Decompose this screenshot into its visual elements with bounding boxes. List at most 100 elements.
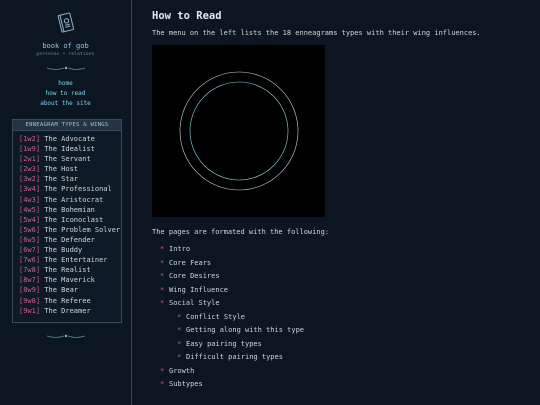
type-code: [1w9] (19, 145, 41, 154)
format-item-label: Wing Influence (169, 285, 229, 294)
book-icon[interactable] (55, 11, 77, 35)
type-link[interactable]: [4w3] The Aristocrat (19, 195, 121, 205)
type-link[interactable]: [9w1] The Dreamer (19, 306, 121, 316)
type-link[interactable]: [1w2] The Advocate (19, 134, 121, 144)
type-link[interactable]: [2w3] The Host (19, 164, 121, 174)
types-panel-header: ENNEAGRAM TYPES & WINGS (13, 120, 121, 131)
type-code: [7w6] (19, 256, 41, 265)
type-code: [2w1] (19, 155, 41, 164)
type-code: [3w2] (19, 175, 41, 184)
type-name: The Referee (44, 296, 91, 305)
intro-text: The menu on the left lists the 18 enneag… (152, 29, 481, 37)
type-name: The Defender (44, 235, 95, 244)
type-code: [4w3] (19, 195, 41, 204)
site-nav: home how to read about the site (0, 79, 131, 109)
format-item-label: Core Fears (169, 258, 212, 267)
enneagram-diagram (152, 45, 325, 217)
type-code: [4w5] (19, 205, 41, 214)
type-code: [3w4] (19, 185, 41, 194)
format-item: * Social Style (160, 297, 304, 311)
types-list: [1w2] The Advocate [1w9] The Idealist [2w1… (13, 131, 121, 316)
main-content: How to Read The menu on the left lists t… (152, 0, 532, 405)
type-code: [6w7] (19, 246, 41, 255)
site-title[interactable]: book of gob (0, 42, 131, 50)
nav-how-to-read[interactable]: how to read (0, 89, 131, 99)
type-link[interactable]: [1w9] The Idealist (19, 144, 121, 154)
bullet-icon: * (177, 326, 182, 334)
type-code: [8w9] (19, 286, 41, 295)
type-link[interactable]: [7w6] The Entertainer (19, 255, 121, 265)
type-name: The Entertainer (44, 256, 108, 265)
type-name: The Bear (44, 286, 79, 295)
type-name: The Problem Solver (44, 225, 121, 234)
type-name: The Bohemian (44, 205, 95, 214)
type-name: The Servant (44, 155, 91, 164)
type-name: The Realist (44, 266, 91, 275)
outer-ring (179, 71, 299, 191)
type-name: The Idealist (44, 145, 95, 154)
format-item-label: Conflict Style (186, 312, 246, 321)
sidebar: book of gob personas • relations home ho… (0, 0, 132, 405)
ornament-divider-icon (46, 334, 86, 338)
format-item: * Growth (160, 365, 304, 379)
type-link[interactable]: [4w5] The Bohemian (19, 205, 121, 215)
format-item-label: Social Style (169, 299, 220, 307)
enneagram-types-panel: ENNEAGRAM TYPES & WINGS [1w2] The Advoca… (12, 119, 122, 323)
format-subitem: * Easy pairing types (160, 338, 304, 352)
bullet-icon: * (160, 272, 165, 280)
format-item-label: Growth (169, 366, 195, 375)
type-name: The Star (44, 175, 79, 184)
format-subitem: * Conflict Style (160, 311, 304, 325)
type-name: The Iconoclast (44, 215, 104, 224)
type-code: [5w6] (19, 225, 41, 234)
format-item-label: Subtypes (169, 380, 203, 388)
type-link[interactable]: [8w7] The Maverick (19, 275, 121, 285)
format-item: * Core Desires (160, 270, 304, 284)
format-item: * Core Fears (160, 257, 304, 271)
type-link[interactable]: [9w8] The Referee (19, 296, 121, 306)
bullet-icon: * (160, 366, 165, 375)
ornament-divider-icon (46, 66, 86, 70)
inner-ring (189, 81, 289, 181)
type-link[interactable]: [5w6] The Problem Solver (19, 225, 121, 235)
type-code: [6w5] (19, 235, 41, 244)
type-name: The Professional (44, 185, 112, 194)
bullet-icon: * (160, 299, 165, 307)
type-link[interactable]: [3w2] The Star (19, 174, 121, 184)
format-subitem: * Difficult pairing types (160, 351, 304, 365)
type-name: The Aristocrat (44, 195, 104, 204)
type-code: [2w3] (19, 165, 41, 174)
type-link[interactable]: [2w1] The Servant (19, 154, 121, 164)
type-name: The Dreamer (44, 306, 91, 315)
type-code: [8w7] (19, 276, 41, 285)
type-link[interactable]: [6w7] The Buddy (19, 245, 121, 255)
bullet-icon: * (160, 285, 165, 294)
type-link[interactable]: [3w4] The Professional (19, 184, 121, 194)
type-link[interactable]: [6w5] The Defender (19, 235, 121, 245)
type-link[interactable]: [8w9] The Bear (19, 285, 121, 295)
type-link[interactable]: [7w8] The Realist (19, 265, 121, 275)
type-code: [9w8] (19, 296, 41, 305)
bullet-icon: * (177, 353, 182, 361)
nav-home[interactable]: home (0, 79, 131, 89)
format-item: * Intro (160, 243, 304, 257)
bullet-icon: * (160, 258, 165, 267)
bullet-icon: * (177, 339, 182, 348)
format-item-label: Core Desires (169, 272, 220, 280)
site-subtitle: personas • relations (36, 52, 95, 57)
bullet-icon: * (177, 312, 182, 321)
type-code: [5w4] (19, 215, 41, 224)
format-item-label: Difficult pairing types (186, 353, 283, 361)
format-item: * Subtypes (160, 378, 304, 392)
format-intro-text: The pages are formated with the followin… (152, 228, 330, 236)
page-title: How to Read (152, 10, 222, 22)
type-link[interactable]: [5w4] The Iconoclast (19, 215, 121, 225)
nav-about[interactable]: about the site (0, 99, 131, 109)
type-code: [1w2] (19, 135, 41, 143)
bullet-icon: * (160, 380, 165, 388)
format-item-label: Easy pairing types (186, 339, 262, 348)
format-item: * Wing Influence (160, 284, 304, 298)
type-name: The Maverick (44, 276, 95, 285)
format-item-label: Getting along with this type (186, 326, 305, 334)
type-name: The Buddy (44, 246, 83, 255)
